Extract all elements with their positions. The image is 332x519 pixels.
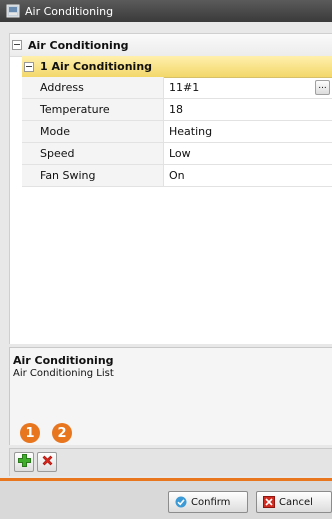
description-title: Air Conditioning <box>13 354 114 367</box>
callout-badge-2: 2 <box>52 423 72 443</box>
delete-button[interactable] <box>37 452 57 472</box>
property-value: On <box>169 169 185 182</box>
property-row-address[interactable]: Address 11#1 ... <box>22 77 332 99</box>
cancel-label: Cancel <box>279 496 313 508</box>
property-value: 18 <box>169 103 183 116</box>
app-icon <box>6 4 20 18</box>
property-grid: Air Conditioning 1 Air Conditioning Addr… <box>9 33 332 344</box>
plus-icon <box>17 454 31 470</box>
tree-root-row[interactable]: Air Conditioning <box>10 34 332 57</box>
cancel-button[interactable]: Cancel <box>256 491 332 513</box>
property-row-temperature[interactable]: Temperature 18 <box>22 99 332 121</box>
property-row-mode[interactable]: Mode Heating <box>22 121 332 143</box>
property-name: Fan Swing <box>22 165 164 187</box>
property-name: Temperature <box>22 99 164 121</box>
property-row-speed[interactable]: Speed Low <box>22 143 332 165</box>
property-value: Heating <box>169 125 213 138</box>
confirm-label: Confirm <box>191 496 231 508</box>
description-text: Air Conditioning List <box>13 368 114 379</box>
property-name: Mode <box>22 121 164 143</box>
confirm-button[interactable]: Confirm <box>168 491 248 513</box>
property-name: Speed <box>22 143 164 165</box>
list-toolbar <box>9 448 332 476</box>
air-conditioning-dialog: Air Conditioning Air Conditioning 1 Air … <box>0 0 332 519</box>
property-value-cell[interactable]: On <box>164 165 332 187</box>
property-value-cell[interactable]: Low <box>164 143 332 165</box>
tree-section-label: 1 Air Conditioning <box>40 60 153 73</box>
window-title: Air Conditioning <box>25 4 114 18</box>
add-button[interactable] <box>14 452 34 472</box>
checkmark-icon <box>175 496 187 508</box>
property-row-fan-swing[interactable]: Fan Swing On <box>22 165 332 187</box>
property-value-cell[interactable]: 11#1 ... <box>164 77 332 99</box>
title-bar: Air Conditioning <box>0 0 332 22</box>
property-name: Address <box>22 77 164 99</box>
collapse-icon[interactable] <box>12 40 22 50</box>
collapse-icon[interactable] <box>24 61 34 72</box>
dialog-footer: Confirm Cancel <box>0 481 332 519</box>
delete-x-icon <box>41 454 54 470</box>
tree-section-row[interactable]: 1 Air Conditioning <box>22 56 332 78</box>
close-icon <box>263 496 275 508</box>
property-value-cell[interactable]: 18 <box>164 99 332 121</box>
property-value: Low <box>169 147 191 160</box>
property-value-cell[interactable]: Heating <box>164 121 332 143</box>
tree-root-label: Air Conditioning <box>28 38 129 52</box>
callout-badge-1: 1 <box>20 423 40 443</box>
property-value: 11#1 <box>169 81 200 94</box>
browse-address-button[interactable]: ... <box>315 80 330 95</box>
